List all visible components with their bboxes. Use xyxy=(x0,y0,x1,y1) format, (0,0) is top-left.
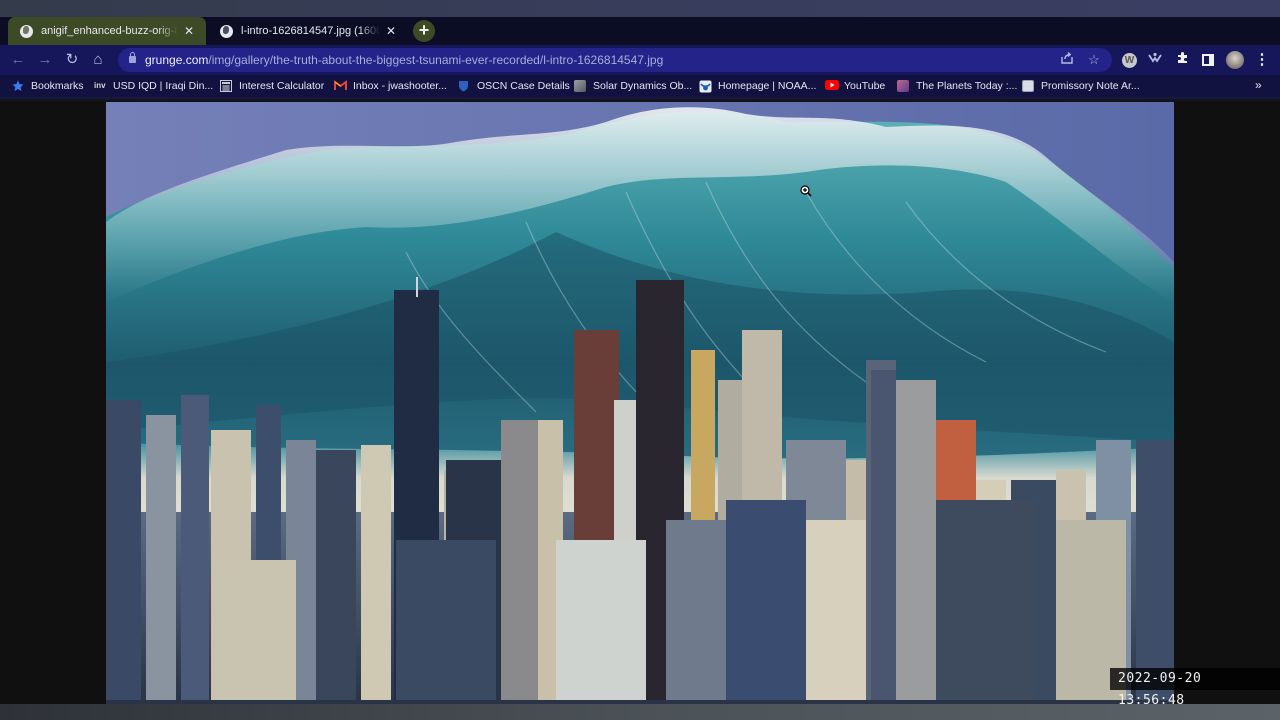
tab-title: anigif_enhanced-buzz-orig-8399 xyxy=(41,25,178,37)
url-host: grunge.com xyxy=(145,53,209,67)
reload-button[interactable]: ↻ xyxy=(62,50,82,70)
oscn-shield-icon xyxy=(458,80,470,92)
bookmarks-overflow-chevron-icon[interactable]: » xyxy=(1255,78,1262,92)
building xyxy=(871,370,896,700)
investing-icon: inv xyxy=(94,81,106,90)
tab-title: l-intro-1626814547.jpg (1600×900) xyxy=(241,25,380,37)
bookmark-promissory-note[interactable]: Promissory Note Ar... xyxy=(1022,75,1140,97)
youtube-icon xyxy=(825,80,839,92)
bookmark-planets-today[interactable]: The Planets Today :... xyxy=(897,75,1017,97)
back-button[interactable]: ← xyxy=(8,50,28,70)
star-icon xyxy=(12,80,24,92)
bookmark-label: OSCN Case Details xyxy=(477,80,570,92)
building xyxy=(666,520,736,700)
lock-icon[interactable] xyxy=(129,52,136,63)
screen: anigif_enhanced-buzz-orig-8399 ✕ l-intro… xyxy=(0,0,1280,720)
noaa-icon xyxy=(699,80,712,93)
tab-anigif[interactable]: anigif_enhanced-buzz-orig-8399 ✕ xyxy=(8,17,206,45)
planets-icon xyxy=(897,80,909,92)
bookmark-label: Interest Calculator xyxy=(239,80,325,92)
home-button[interactable]: ⌂ xyxy=(88,50,108,70)
bookmark-inbox[interactable]: Inbox - jwashooter... xyxy=(334,75,447,97)
globe-icon xyxy=(20,24,33,38)
bookmark-bookmarks[interactable]: Bookmarks xyxy=(12,75,84,97)
building xyxy=(316,450,356,700)
building xyxy=(936,500,1036,700)
extensions-puzzle-icon[interactable] xyxy=(1173,51,1191,69)
building xyxy=(806,520,866,700)
calculator-icon xyxy=(220,80,232,92)
bookmark-usd-iqd[interactable]: inv USD IQD | Iraqi Din... xyxy=(94,75,213,97)
bookmark-oscn[interactable]: OSCN Case Details xyxy=(458,75,570,97)
building xyxy=(396,540,496,700)
bookmark-label: Bookmarks xyxy=(31,80,84,92)
bookmark-label: Homepage | NOAA... xyxy=(718,80,817,92)
tsunami-image[interactable] xyxy=(106,102,1174,704)
zoom-in-cursor xyxy=(800,184,812,197)
bookmark-label: USD IQD | Iraqi Din... xyxy=(113,80,214,92)
tab-l-intro[interactable]: l-intro-1626814547.jpg (1600×900) ✕ xyxy=(208,17,408,45)
tower-spire xyxy=(416,277,418,297)
building xyxy=(361,445,391,700)
forward-button[interactable]: → xyxy=(35,50,55,70)
address-bar[interactable]: grunge.com/img/gallery/the-truth-about-t… xyxy=(118,48,1112,72)
tab-bar: anigif_enhanced-buzz-orig-8399 ✕ l-intro… xyxy=(0,17,1280,45)
bookmark-youtube[interactable]: YouTube xyxy=(825,75,885,97)
bookmark-label: Inbox - jwashooter... xyxy=(353,80,447,92)
url-path: /img/gallery/the-truth-about-the-biggest… xyxy=(208,53,664,67)
bookmark-label: Solar Dynamics Ob... xyxy=(593,80,693,92)
bookmark-label: Promissory Note Ar... xyxy=(1041,80,1140,92)
extension-vpn-icon[interactable] xyxy=(1146,51,1164,69)
tsunami-illustration xyxy=(106,102,1174,704)
share-icon[interactable] xyxy=(1058,51,1076,69)
bookmark-label: YouTube xyxy=(844,80,886,92)
building xyxy=(726,500,806,700)
sdo-icon xyxy=(574,80,586,92)
globe-icon xyxy=(220,24,233,38)
building xyxy=(556,540,646,700)
browser-toolbar: ← → ↻ ⌂ grunge.com/img/gallery/the-truth… xyxy=(0,45,1280,75)
gmail-icon xyxy=(334,80,347,92)
bookmarks-bar: Bookmarks inv USD IQD | Iraqi Din... Int… xyxy=(0,75,1280,97)
bookmark-star-icon[interactable]: ☆ xyxy=(1085,51,1103,69)
side-panel-icon[interactable] xyxy=(1202,54,1214,66)
tab-close-icon[interactable]: ✕ xyxy=(182,24,196,38)
bookmark-noaa[interactable]: Homepage | NOAA... xyxy=(699,75,816,97)
building xyxy=(181,395,209,700)
bookmark-label: The Planets Today :... xyxy=(916,80,1018,92)
bookmark-solar-dynamics[interactable]: Solar Dynamics Ob... xyxy=(574,75,692,97)
profile-avatar[interactable] xyxy=(1226,51,1244,69)
building xyxy=(896,380,936,700)
recording-timestamp: 2022-09-20 13:56:48 xyxy=(1110,668,1280,708)
extension-w-icon[interactable]: W xyxy=(1122,53,1137,68)
new-tab-button[interactable]: + xyxy=(413,20,435,42)
window-bottom-strip xyxy=(0,704,1280,720)
menu-kebab-icon[interactable]: ⋮ xyxy=(1253,51,1271,69)
building xyxy=(216,560,296,700)
building xyxy=(146,415,176,700)
building xyxy=(106,400,141,700)
window-top-strip xyxy=(0,0,1280,17)
tab-close-icon[interactable]: ✕ xyxy=(384,24,398,38)
building xyxy=(1136,440,1174,700)
document-icon xyxy=(1022,80,1034,92)
url-text[interactable]: grunge.com/img/gallery/the-truth-about-t… xyxy=(145,53,663,67)
bookmark-interest-calculator[interactable]: Interest Calculator xyxy=(220,75,324,97)
